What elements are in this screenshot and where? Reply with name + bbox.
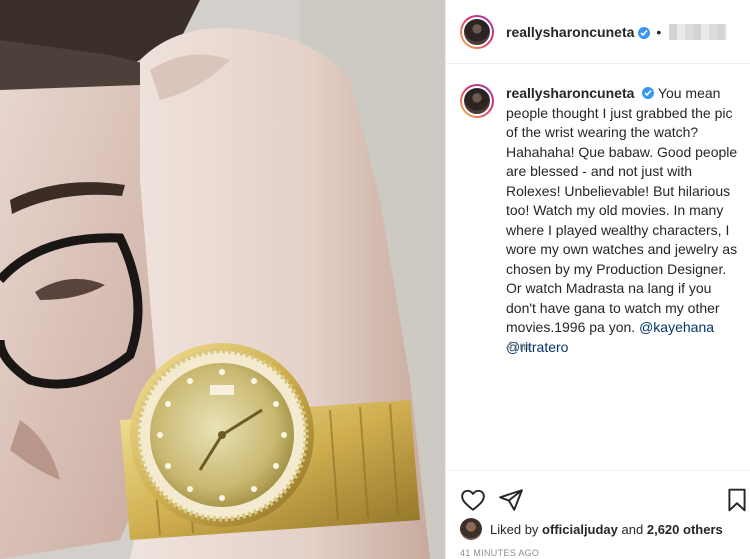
posted-time[interactable]: 41 MINUTES AGO [460,548,539,558]
caption-avatar[interactable] [460,84,494,118]
mention-kayehana[interactable]: @kayehana [639,319,714,335]
likes-others[interactable]: 2,620 others [647,522,723,537]
follow-button-blurred[interactable] [669,23,728,40]
likes-prefix: Liked by [490,521,539,537]
header-username[interactable]: reallysharoncuneta [506,24,634,40]
caption-username[interactable]: reallysharoncuneta [506,85,634,101]
post-side-panel: reallysharoncuneta • reallysharoncuneta … [445,0,750,559]
header-separator: • [656,23,662,40]
post-photo[interactable] [0,0,445,559]
verified-badge-icon [638,26,651,39]
bookmark-icon[interactable] [724,487,750,513]
caption-time[interactable]: 41m [506,339,529,353]
paper-plane-icon[interactable] [498,487,524,513]
heart-icon[interactable] [460,487,486,513]
liker-username[interactable]: officialjuday [542,522,618,537]
likes-and: and [621,521,644,537]
likes-summary: Liked by officialjuday and 2,620 others [460,518,723,540]
photo-illustration [0,0,445,559]
caption: reallysharoncuneta You mean people thoug… [460,84,745,357]
liker-avatar[interactable] [460,518,482,540]
verified-badge-icon [642,87,655,99]
caption-body: You mean people thought I just grabbed t… [506,85,738,335]
post-header: reallysharoncuneta • [446,0,750,64]
author-avatar[interactable] [460,14,494,49]
caption-text: reallysharoncuneta You mean people thoug… [506,84,744,357]
